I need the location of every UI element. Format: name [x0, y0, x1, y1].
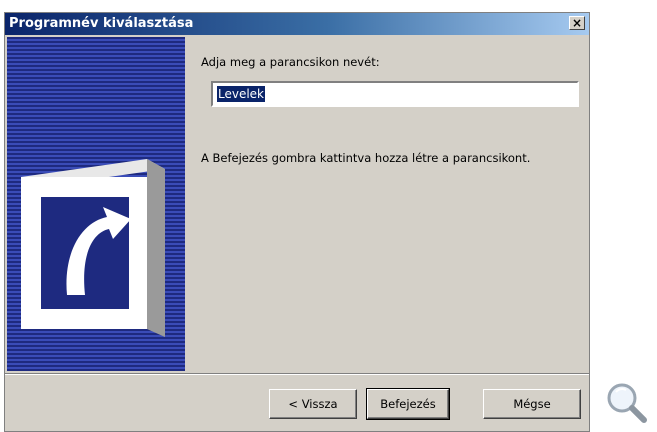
close-button[interactable]: × [569, 16, 585, 30]
window-title: Programnév kiválasztása [9, 16, 194, 31]
magnifier-icon[interactable] [602, 380, 650, 426]
title-bar[interactable]: Programnév kiválasztása × [5, 13, 589, 35]
button-divider [5, 373, 589, 375]
shortcut-name-input[interactable]: Levelek [211, 81, 579, 107]
finish-button[interactable]: Befejezés [366, 388, 450, 420]
shortcut-arrow-icon [21, 159, 165, 337]
wizard-side-panel [7, 37, 185, 371]
shortcut-name-value: Levelek [217, 86, 266, 102]
finish-hint: A Befejezés gombra kattintva hozza létre… [201, 151, 531, 165]
close-icon: × [571, 16, 583, 30]
shortcut-name-label: Adja meg a parancsikon nevét: [201, 55, 380, 69]
cancel-button[interactable]: Mégse [483, 389, 581, 419]
wizard-dialog: Programnév kiválasztása × Adja meg a par… [4, 12, 590, 432]
back-button[interactable]: < Vissza [269, 389, 357, 419]
